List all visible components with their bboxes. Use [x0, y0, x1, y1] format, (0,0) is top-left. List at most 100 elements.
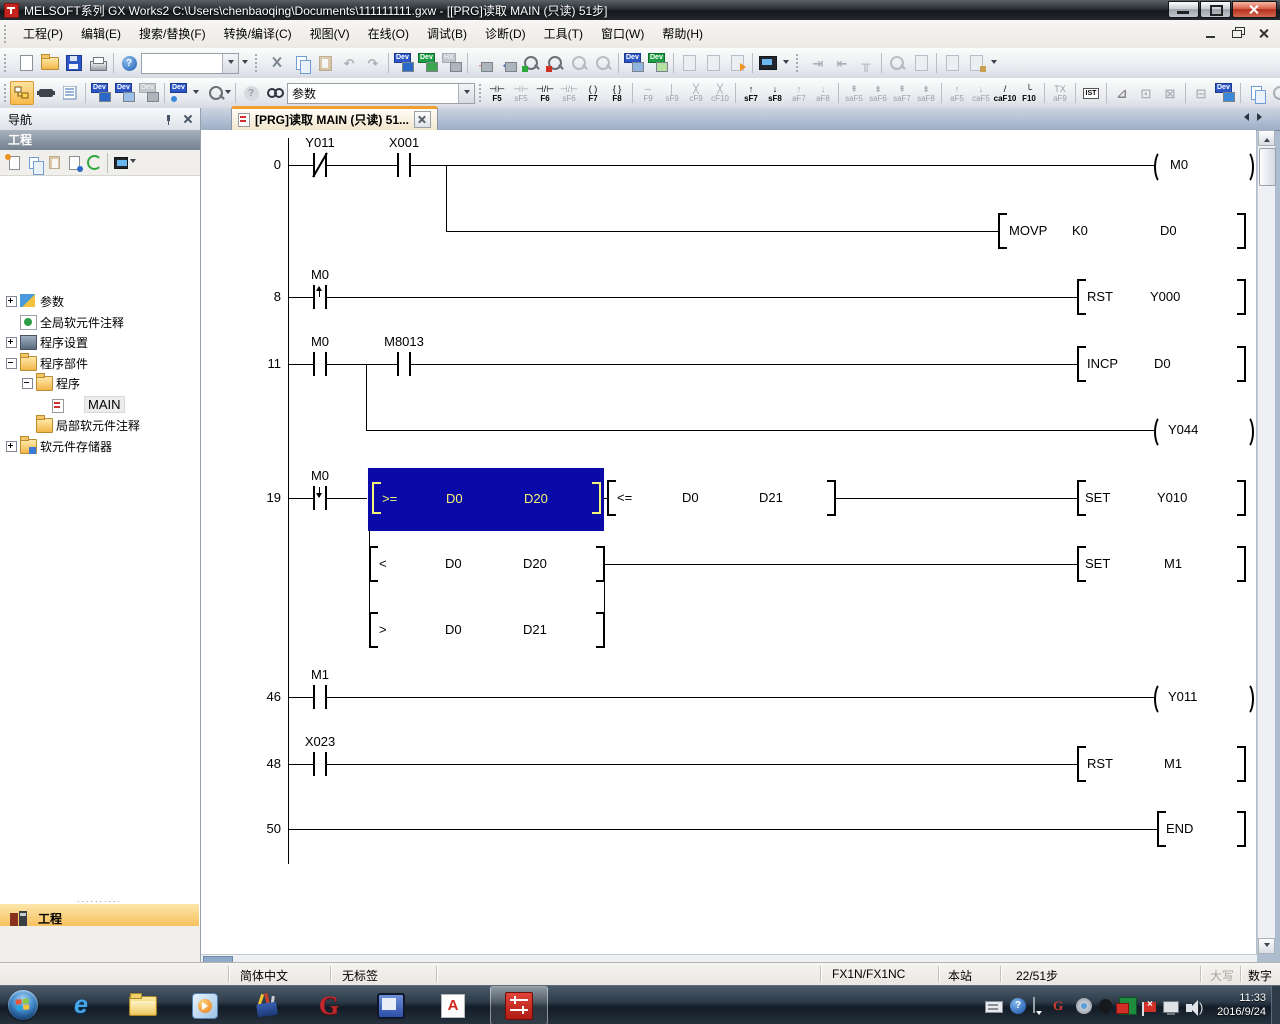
- jump-window-button[interactable]: [725, 51, 749, 75]
- write-to-plc-button[interactable]: →: [471, 51, 495, 75]
- ladder-symbol-F8[interactable]: { }F8: [605, 80, 629, 106]
- menu-view[interactable]: 视图(V): [301, 21, 359, 47]
- dropdown-arrow-icon[interactable]: [222, 54, 238, 73]
- tab-main-program[interactable]: [PRG]读取 MAIN (只读) 51...: [231, 106, 438, 130]
- scrollbar-thumb[interactable]: [1259, 148, 1276, 186]
- tree-item-device-memory[interactable]: 软元件存储器: [20, 437, 112, 455]
- monitor-write-mode-button[interactable]: Dev: [1213, 81, 1237, 105]
- tab-close-icon[interactable]: [414, 111, 431, 128]
- disc-tray-icon[interactable]: [1076, 998, 1092, 1014]
- device-replace-button[interactable]: Dev: [137, 81, 161, 105]
- statement-edit-button[interactable]: [1244, 81, 1268, 105]
- taskbar-ie-button[interactable]: e: [52, 986, 110, 1024]
- ladder-symbol-F6[interactable]: ⊣/⊢F6: [533, 80, 557, 106]
- device-comment-button[interactable]: Dev: [392, 51, 416, 75]
- taskbar-tools-button[interactable]: [238, 986, 296, 1024]
- ladder-symbol-saF8[interactable]: ⇟saF8: [914, 80, 938, 106]
- show-desktop-button[interactable]: [1271, 986, 1280, 1024]
- monitor-start-button[interactable]: [519, 51, 543, 75]
- tree-item-global-comment[interactable]: 全局软元件注释: [20, 313, 124, 331]
- navigation-window-toggle[interactable]: [10, 81, 34, 105]
- monitor-mode-button[interactable]: ⊟: [1189, 81, 1213, 105]
- taskbar-g-app-button[interactable]: G: [300, 986, 358, 1024]
- dropdown-arrow-icon[interactable]: [458, 84, 474, 103]
- close-button[interactable]: [1232, 1, 1277, 18]
- action-center-icon[interactable]: [1144, 1002, 1156, 1012]
- device-hex-button[interactable]: HX: [440, 51, 464, 75]
- ladder-symbol-cF10[interactable]: ╳cF10: [708, 80, 732, 106]
- ladder-insert-button[interactable]: ⇤: [830, 51, 854, 75]
- taskbar-adobe-reader-button[interactable]: A: [424, 986, 482, 1024]
- device-search-button[interactable]: [885, 51, 909, 75]
- read-mode-button[interactable]: ⊡: [1134, 81, 1158, 105]
- satellite-tray-icon[interactable]: [1096, 996, 1114, 1014]
- find-target-combobox[interactable]: 参数: [287, 83, 475, 104]
- ladder-symbol-aF8[interactable]: ↓aF8: [811, 80, 835, 106]
- sort-icon[interactable]: [111, 153, 139, 173]
- ladder-symbol-caF5[interactable]: ↓caF5: [969, 80, 993, 106]
- help-button[interactable]: ?: [117, 51, 141, 75]
- find-button[interactable]: [263, 81, 287, 105]
- ladder-symbol-saF7[interactable]: ⇞saF7: [890, 80, 914, 106]
- ladder-symbol-sF7[interactable]: ↑sF7: [739, 80, 763, 106]
- list-view-button[interactable]: [58, 81, 82, 105]
- monitor-condition-button[interactable]: [591, 51, 615, 75]
- volume-tray-icon[interactable]: [1186, 1004, 1192, 1012]
- toolbar-overflow[interactable]: [988, 60, 1000, 67]
- line-insert-button[interactable]: ╥: [854, 51, 878, 75]
- copy-icon[interactable]: [24, 153, 44, 173]
- menu-edit[interactable]: 编辑(E): [72, 21, 130, 47]
- collapser-icon[interactable]: [6, 358, 17, 369]
- scroll-down-button[interactable]: [1258, 938, 1275, 954]
- ladder-symbol-caF10[interactable]: /caF10: [993, 80, 1017, 106]
- keyboard-tray-icon[interactable]: [985, 1001, 1003, 1013]
- child-minimize-button[interactable]: [1204, 26, 1220, 40]
- device-list-button[interactable]: Dev: [113, 81, 137, 105]
- expander-icon[interactable]: [6, 296, 17, 307]
- start-button[interactable]: [8, 990, 38, 1020]
- note-edit-button[interactable]: [1268, 81, 1280, 105]
- taskbar-clock[interactable]: 11:33 2016/9/24: [1198, 991, 1266, 1019]
- statement-display-button[interactable]: [964, 51, 988, 75]
- menu-help[interactable]: 帮助(H): [653, 21, 712, 47]
- menu-debug[interactable]: 调试(B): [418, 21, 476, 47]
- ladder-canvas[interactable]: 0 Y011 X001 M0 MOVP K0 D0 8: [201, 130, 1256, 954]
- jump-button[interactable]: [909, 51, 933, 75]
- ladder-symbol-F5[interactable]: ⊣⊢F5: [485, 80, 509, 106]
- tree-item-program[interactable]: 程序: [36, 374, 80, 392]
- taskbar-explorer-button[interactable]: [114, 986, 172, 1024]
- paste-icon[interactable]: [44, 153, 64, 173]
- taskbar-media-player-button[interactable]: [176, 986, 234, 1024]
- expander-icon[interactable]: [6, 441, 17, 452]
- child-close-button[interactable]: [1256, 26, 1272, 40]
- quick-find-combobox[interactable]: [141, 53, 239, 74]
- pin-icon[interactable]: [163, 114, 174, 125]
- tab-scroll-left-icon[interactable]: [1240, 113, 1249, 121]
- prev-window-button[interactable]: [677, 51, 701, 75]
- ladder-symbol-sF9[interactable]: │sF9: [660, 80, 684, 106]
- ladder-symbol-aF9[interactable]: TXaF9: [1048, 80, 1072, 106]
- tree-item-program-setting[interactable]: 程序设置: [20, 333, 88, 351]
- copy-button[interactable]: [289, 51, 313, 75]
- taskbar-remote-desktop-button[interactable]: [362, 986, 420, 1024]
- menu-window[interactable]: 窗口(W): [592, 21, 653, 47]
- paste-button[interactable]: [313, 51, 337, 75]
- ladder-symbol-saF5[interactable]: ⇞saF5: [842, 80, 866, 106]
- collapser-icon[interactable]: [22, 378, 33, 389]
- minimize-button[interactable]: [1168, 1, 1199, 18]
- ladder-symbol-F9[interactable]: ─F9: [636, 80, 660, 106]
- child-restore-button[interactable]: [1230, 26, 1246, 40]
- ladder-symbol-cF9[interactable]: ╳cF9: [684, 80, 708, 106]
- taskbar-gx-works2-button[interactable]: [490, 986, 548, 1024]
- open-project-button[interactable]: [38, 51, 62, 75]
- selected-cell[interactable]: >= D0 D20: [367, 467, 605, 532]
- toolbar-overflow[interactable]: [780, 60, 792, 67]
- device-display-button[interactable]: Dev: [168, 81, 200, 105]
- ladder-symbol-sF5[interactable]: ⊣⊢sF5: [509, 80, 533, 106]
- help-dim-button[interactable]: ?: [239, 81, 263, 105]
- new-project-button[interactable]: [14, 51, 38, 75]
- ladder-symbol-aF7[interactable]: ↑aF7: [787, 80, 811, 106]
- read-from-plc-button[interactable]: ←: [495, 51, 519, 75]
- device-monitor-button[interactable]: Dev: [416, 51, 440, 75]
- monitor-pause-button[interactable]: [567, 51, 591, 75]
